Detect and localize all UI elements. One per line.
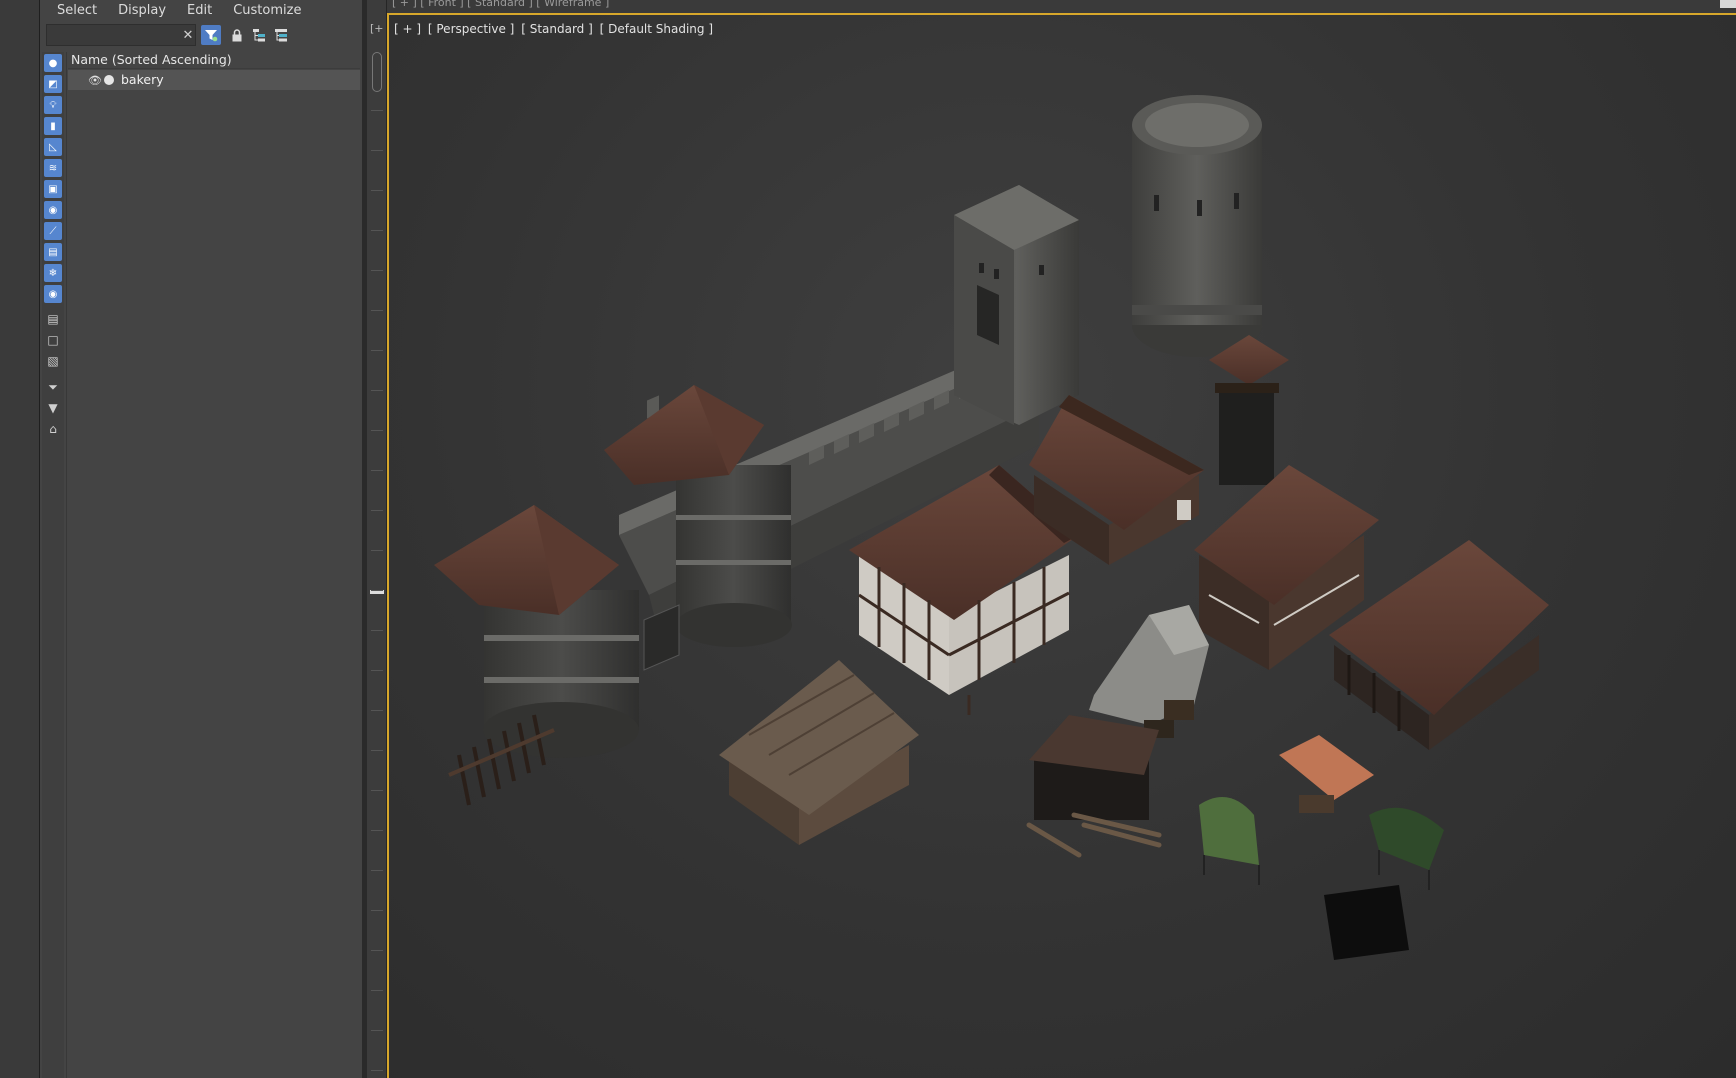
track-tick (371, 270, 383, 271)
perspective-viewport[interactable]: [ + ] [ Perspective ] [ Standard ] [ Def… (387, 13, 1736, 1078)
viewport-standard-menu[interactable]: [ Standard ] (521, 22, 593, 36)
geometry-icon[interactable]: ● (44, 54, 62, 72)
track-tick (371, 590, 383, 591)
square-tower[interactable] (954, 185, 1079, 425)
column-divider (66, 52, 67, 1078)
scene-render[interactable] (389, 15, 1736, 1078)
track-tick (371, 790, 383, 791)
layer-hierarchy-button[interactable] (271, 25, 291, 45)
track-tick (371, 230, 383, 231)
track-tick (371, 870, 383, 871)
shapes-icon[interactable]: ◩ (44, 75, 62, 93)
track-tick (371, 470, 383, 471)
track-tick (371, 990, 383, 991)
lock-icon (232, 28, 242, 41)
layer-hierarchy-icon (275, 29, 287, 42)
track-tick (371, 910, 383, 911)
small-hut[interactable] (1029, 715, 1159, 820)
track-tick (371, 550, 383, 551)
track-tick (371, 1030, 383, 1031)
track-tick (371, 150, 383, 151)
bones-icon[interactable]: ⟋ (44, 222, 62, 240)
list-item-name[interactable]: bakery (121, 72, 164, 87)
xrefs-icon[interactable]: ◉ (44, 201, 62, 219)
viewport-label[interactable]: [ + ] [ Perspective ] [ Standard ] [ Def… (394, 22, 716, 36)
filter-selection-icon[interactable]: ⏷ (44, 378, 62, 396)
filter-column: ● ◩ 💡︎ ▮ ◺ ≋ ▣ ◉ ⟋ ▤ ❄ ◉ ▤ □ ▧ ⏷ ▼ ⌂ (42, 52, 64, 1078)
front-viewport-strip[interactable]: [ + ] [ Front ] [ Standard ] [ Wireframe… (367, 0, 1736, 13)
display-none-icon[interactable]: □ (44, 331, 62, 349)
frozen-icon[interactable]: ❄ (44, 264, 62, 282)
track-tick (371, 670, 383, 671)
invert-display-icon[interactable]: ▧ (44, 352, 62, 370)
explorer-menubar: Select Display Edit Customize (40, 0, 362, 20)
layer-icon[interactable]: ⌂ (44, 420, 62, 438)
display-all-icon[interactable]: ▤ (44, 310, 62, 328)
track-tick (371, 310, 383, 311)
funnel-icon[interactable]: ▼ (44, 399, 62, 417)
freeze-dot-icon[interactable] (104, 75, 114, 85)
left-command-strip (0, 0, 40, 1078)
viewport-pov-menu[interactable]: [ Perspective ] (428, 22, 515, 36)
filter-icon (205, 30, 218, 42)
track-tick (371, 830, 383, 831)
track-tick (371, 390, 383, 391)
slider-handle[interactable] (372, 52, 382, 92)
hidden-icon[interactable]: ◉ (44, 285, 62, 303)
list-column-header[interactable]: Name (Sorted Ascending) (68, 50, 360, 69)
viewport-shading-menu[interactable]: [ Default Shading ] (600, 22, 713, 36)
viewport-plus-menu[interactable]: [ + ] (394, 22, 421, 36)
round-tower[interactable] (1132, 95, 1262, 357)
track-tick (371, 950, 383, 951)
clear-search-icon[interactable]: ✕ (178, 25, 198, 45)
front-viewport-label[interactable]: [ + ] [ Front ] [ Standard ] [ Wireframe… (392, 0, 609, 9)
viewport-menu-icon[interactable]: [+ (370, 22, 384, 35)
app-window: Select Display Edit Customize ✕ ● ◩ � (0, 0, 1736, 1078)
log-pile[interactable] (1026, 812, 1162, 858)
stone-ruin[interactable] (1089, 605, 1209, 738)
scene-explorer: Select Display Edit Customize ✕ ● ◩ � (40, 0, 362, 1078)
list-item[interactable]: 👁︎ bakery (68, 70, 360, 90)
menu-display[interactable]: Display (118, 3, 166, 18)
green-market-stall[interactable] (1369, 807, 1444, 890)
search-input[interactable] (46, 24, 196, 46)
groups-icon[interactable]: ▣ (44, 180, 62, 198)
track-tick (371, 430, 383, 431)
helpers-icon[interactable]: ◺ (44, 138, 62, 156)
containers-icon[interactable]: ▤ (44, 243, 62, 261)
menu-edit[interactable]: Edit (187, 3, 212, 18)
explorer-toolbar: ✕ (40, 22, 362, 48)
market-table[interactable] (1279, 735, 1374, 813)
viewcube-icon[interactable] (1720, 0, 1736, 8)
track-tick (371, 110, 383, 111)
track-tick (371, 510, 383, 511)
track-tick (371, 710, 383, 711)
hierarchy-icon (253, 29, 265, 42)
menu-select[interactable]: Select (57, 3, 97, 18)
lights-icon[interactable]: 💡︎ (44, 96, 62, 114)
watch-tower[interactable] (1209, 335, 1289, 485)
portcullis (643, 604, 680, 671)
hierarchy-button[interactable] (249, 25, 269, 45)
cameras-icon[interactable]: ▮ (44, 117, 62, 135)
track-tick (371, 630, 383, 631)
menu-customize[interactable]: Customize (233, 3, 301, 18)
space-warps-icon[interactable]: ≋ (44, 159, 62, 177)
track-tick (371, 190, 383, 191)
wooden-shed[interactable] (719, 660, 919, 845)
black-crate[interactable] (1324, 885, 1409, 960)
lock-button[interactable] (227, 25, 247, 45)
filter-toggle-button[interactable] (201, 25, 221, 45)
visibility-eye-icon[interactable]: 👁︎ (88, 74, 102, 87)
track-tick (371, 1070, 383, 1071)
green-market-tent[interactable] (1199, 797, 1260, 885)
track-tick (371, 350, 383, 351)
track-tick (371, 750, 383, 751)
viewport-side-strip: [+ (367, 0, 387, 1078)
